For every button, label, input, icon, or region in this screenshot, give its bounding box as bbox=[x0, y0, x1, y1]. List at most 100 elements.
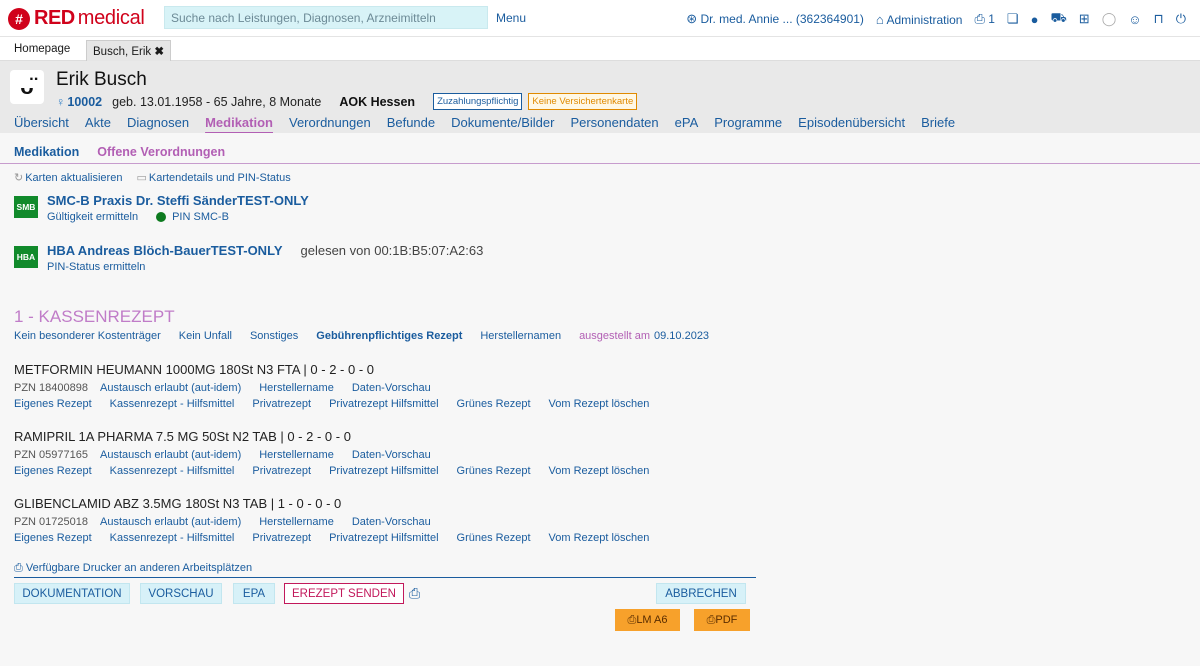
daten-vorschau-link[interactable]: Daten-Vorschau bbox=[352, 382, 431, 394]
autidem-link[interactable]: Austausch erlaubt (aut-idem) bbox=[100, 382, 241, 394]
nav-dokumente[interactable]: Dokumente/Bilder bbox=[451, 115, 554, 130]
chat-icon[interactable]: ❏ bbox=[1007, 11, 1019, 27]
printer-icon: ⎙ bbox=[974, 11, 985, 26]
home-icon: ⌂ bbox=[875, 11, 884, 27]
nav-episodenuebersicht[interactable]: Episodenübersicht bbox=[798, 115, 905, 130]
privat-hilfsmittel-link[interactable]: Privatrezept Hilfsmittel bbox=[329, 465, 438, 477]
main-navigation: Übersicht Akte Diagnosen Medikation Vero… bbox=[14, 115, 971, 130]
hilfsmittel-link[interactable]: Kassenrezept - Hilfsmittel bbox=[110, 465, 235, 477]
refresh-cards-label: Karten aktualisieren bbox=[25, 172, 123, 184]
logo-text-medical: medical bbox=[77, 7, 145, 29]
user-menu[interactable]: ⊛ Dr. med. Annie ... (362364901) bbox=[686, 11, 864, 27]
nav-briefe[interactable]: Briefe bbox=[921, 115, 955, 130]
eigenes-rezept-link[interactable]: Eigenes Rezept bbox=[14, 465, 92, 477]
transport-icon[interactable]: ⛟ bbox=[1050, 10, 1066, 28]
circle-icon[interactable]: ◯ bbox=[1102, 11, 1117, 27]
available-printers-link[interactable]: ⎙ Verfügbare Drucker an anderen Arbeitsp… bbox=[14, 562, 252, 575]
privatrezept-link[interactable]: Privatrezept bbox=[252, 465, 311, 477]
gruenes-rezept-link[interactable]: Grünes Rezept bbox=[457, 532, 531, 544]
privatrezept-link[interactable]: Privatrezept bbox=[252, 532, 311, 544]
validity-link[interactable]: Gültigkeit ermitteln bbox=[47, 211, 138, 223]
menu-button[interactable]: Menu bbox=[496, 11, 526, 25]
nav-personendaten[interactable]: Personendaten bbox=[570, 115, 658, 130]
hba-title: HBA Andreas Blöch-BauerTEST-ONLY gelesen … bbox=[47, 243, 483, 258]
close-icon[interactable]: ✖ bbox=[154, 46, 164, 58]
herstellername-link[interactable]: Herstellername bbox=[259, 382, 334, 394]
refresh-cards-link[interactable]: ↻ Karten aktualisieren bbox=[14, 171, 122, 184]
smcb-card: SMB SMC-B Praxis Dr. Steffi SänderTEST-O… bbox=[14, 193, 309, 223]
nav-epa[interactable]: ePA bbox=[675, 115, 699, 130]
nav-akte[interactable]: Akte bbox=[85, 115, 111, 130]
card-details-link[interactable]: ▭ Kartendetails und PIN-Status bbox=[136, 171, 290, 184]
herstellername-link[interactable]: Herstellername bbox=[259, 449, 334, 461]
card-actions: ↻ Karten aktualisieren ▭ Kartendetails und… bbox=[14, 171, 291, 184]
eigenes-rezept-link[interactable]: Eigenes Rezept bbox=[14, 532, 92, 544]
nav-befunde[interactable]: Befunde bbox=[387, 115, 435, 130]
administration-link[interactable]: ⌂ Administration bbox=[876, 12, 963, 27]
sonstiges-link[interactable]: Sonstiges bbox=[250, 330, 298, 342]
nav-verordnungen[interactable]: Verordnungen bbox=[289, 115, 371, 130]
subnav-medikation[interactable]: Medikation bbox=[14, 145, 79, 159]
help-icon[interactable]: ● bbox=[1031, 12, 1039, 27]
print-queue-button[interactable]: ⎙ 1 bbox=[974, 11, 994, 27]
nav-diagnosen[interactable]: Diagnosen bbox=[127, 115, 189, 130]
privat-hilfsmittel-link[interactable]: Privatrezept Hilfsmittel bbox=[329, 398, 438, 410]
power-icon[interactable]: ⏻ bbox=[1176, 11, 1186, 27]
autidem-link[interactable]: Austausch erlaubt (aut-idem) bbox=[100, 516, 241, 528]
herstellernamen-link[interactable]: Herstellernamen bbox=[480, 330, 561, 342]
herstellername-link[interactable]: Herstellername bbox=[259, 516, 334, 528]
pin-smcb-label[interactable]: PIN SMC-B bbox=[172, 211, 229, 223]
ausgestellt-date[interactable]: 09.10.2023 bbox=[654, 330, 709, 342]
tab-homepage[interactable]: Homepage bbox=[8, 40, 76, 61]
remove-from-rezept-link[interactable]: Vom Rezept löschen bbox=[549, 532, 650, 544]
hilfsmittel-link[interactable]: Kassenrezept - Hilfsmittel bbox=[110, 398, 235, 410]
erezept-senden-button[interactable]: EREZEPT SENDEN bbox=[284, 583, 404, 604]
hba-title-text[interactable]: HBA Andreas Blöch-BauerTEST-ONLY bbox=[47, 243, 283, 258]
hilfsmittel-link[interactable]: Kassenrezept - Hilfsmittel bbox=[110, 532, 235, 544]
gruenes-rezept-link[interactable]: Grünes Rezept bbox=[457, 398, 531, 410]
smcb-title[interactable]: SMC-B Praxis Dr. Steffi SänderTEST-ONLY bbox=[47, 193, 309, 208]
abbrechen-button[interactable]: ABBRECHEN bbox=[656, 583, 746, 604]
robot-icon[interactable]: ☺ bbox=[1128, 12, 1141, 27]
daten-vorschau-link[interactable]: Daten-Vorschau bbox=[352, 449, 431, 461]
logo-text-red: RED bbox=[34, 7, 75, 29]
user-label: Dr. med. Annie ... (362364901) bbox=[700, 12, 864, 26]
nav-uebersicht[interactable]: Übersicht bbox=[14, 115, 69, 130]
pin-status-link[interactable]: PIN-Status ermitteln bbox=[47, 261, 145, 273]
epa-button[interactable]: EPA bbox=[233, 583, 275, 604]
divider bbox=[14, 577, 756, 578]
autidem-link[interactable]: Austausch erlaubt (aut-idem) bbox=[100, 449, 241, 461]
hba-icon: HBA bbox=[14, 246, 38, 268]
patient-id-value: 10002 bbox=[67, 94, 103, 109]
unfall-link[interactable]: Kein Unfall bbox=[179, 330, 232, 342]
dokumentation-button[interactable]: DOKUMENTATION bbox=[14, 583, 130, 604]
gift-icon[interactable]: ⊞ bbox=[1079, 11, 1090, 27]
vorschau-button[interactable]: VORSCHAU bbox=[140, 583, 222, 604]
eigenes-rezept-link[interactable]: Eigenes Rezept bbox=[14, 398, 92, 410]
search-input[interactable] bbox=[164, 6, 488, 29]
print-pdf-button[interactable]: ⎙ PDF bbox=[694, 609, 750, 631]
hba-card: HBA HBA Andreas Blöch-BauerTEST-ONLY gele… bbox=[14, 243, 483, 273]
privatrezept-link[interactable]: Privatrezept bbox=[252, 398, 311, 410]
zuzahlung-badge: Zuzahlungspflichtig bbox=[433, 93, 523, 110]
nav-programme[interactable]: Programme bbox=[714, 115, 782, 130]
window-tab-strip: Homepage Busch, Erik ✖ bbox=[0, 37, 1200, 61]
nav-medikation[interactable]: Medikation bbox=[205, 115, 273, 130]
remove-from-rezept-link[interactable]: Vom Rezept löschen bbox=[549, 398, 650, 410]
user-icon: ⊛ bbox=[686, 11, 698, 26]
gruenes-rezept-link[interactable]: Grünes Rezept bbox=[457, 465, 531, 477]
app-logo[interactable]: # RED medical bbox=[8, 7, 145, 30]
top-bar: # RED medical Menu ⊛ Dr. med. Annie ... … bbox=[0, 0, 1200, 37]
daten-vorschau-link[interactable]: Daten-Vorschau bbox=[352, 516, 431, 528]
print-icon[interactable]: ⎙ bbox=[409, 585, 420, 602]
privat-hilfsmittel-link[interactable]: Privatrezept Hilfsmittel bbox=[329, 532, 438, 544]
tab-patient[interactable]: Busch, Erik ✖ bbox=[86, 40, 172, 61]
gebuehr-link[interactable]: Gebührenpflichtiges Rezept bbox=[316, 330, 462, 342]
sub-navigation: Medikation Offene Verordnungen bbox=[0, 140, 1200, 164]
remove-from-rezept-link[interactable]: Vom Rezept löschen bbox=[549, 465, 650, 477]
kostentraeger-link[interactable]: Kein besonderer Kostenträger bbox=[14, 330, 161, 342]
patient-id[interactable]: ♀ 10002 bbox=[56, 95, 102, 109]
subnav-offene-verordnungen[interactable]: Offene Verordnungen bbox=[97, 145, 225, 159]
print-lm-a6-button[interactable]: ⎙ LM A6 bbox=[615, 609, 680, 631]
lock-icon[interactable]: ⊓ bbox=[1154, 11, 1164, 27]
